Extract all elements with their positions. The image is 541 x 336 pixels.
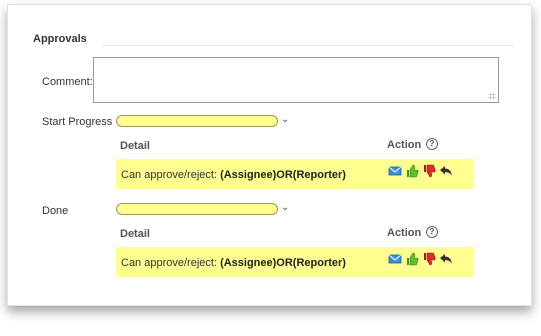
action-header: Action [387,139,422,151]
rule-actions [388,252,453,266]
thumbs-down-icon[interactable] [422,164,436,178]
detail-header: Detail [120,140,150,152]
reply-arrow-icon[interactable] [439,164,453,178]
section-title: Approvals [33,33,87,45]
rule-detail: Can approve/reject: (Assignee)OR(Reporte… [121,257,346,269]
rule-actions [388,164,453,178]
start-progress-select[interactable] [116,115,278,127]
help-icon[interactable]: ? [426,226,438,238]
resize-grip-icon[interactable] [489,93,496,100]
workflow-label-done: Done [42,205,69,217]
mail-icon[interactable] [388,164,402,178]
action-header: Action [387,227,422,239]
chevron-down-icon[interactable]: ⌄ [281,114,289,125]
rule-prefix: Can approve/reject: [121,169,221,181]
section-divider [102,45,514,46]
rule-value: (Assignee)OR(Reporter) [220,169,346,181]
thumbs-down-icon[interactable] [422,252,436,266]
rule-prefix: Can approve/reject: [121,257,221,269]
chevron-down-icon[interactable]: ⌄ [281,202,289,213]
approval-rule-row: Can approve/reject: (Assignee)OR(Reporte… [116,247,474,277]
comment-label: Comment: [42,76,93,88]
detail-header: Detail [120,228,150,240]
thumbs-up-icon[interactable] [405,164,419,178]
rule-value: (Assignee)OR(Reporter) [220,257,346,269]
workflow-label-start-progress: Start Progress [42,116,113,128]
comment-textarea[interactable] [93,57,499,103]
approval-rule-row: Can approve/reject: (Assignee)OR(Reporte… [116,159,474,189]
approvals-panel: Approvals Comment: Start Progress ⌄ Deta… [7,4,532,306]
thumbs-up-icon[interactable] [405,252,419,266]
rule-detail: Can approve/reject: (Assignee)OR(Reporte… [121,169,346,181]
reply-arrow-icon[interactable] [439,252,453,266]
mail-icon[interactable] [388,252,402,266]
done-select[interactable] [116,203,278,215]
help-icon[interactable]: ? [426,138,438,150]
